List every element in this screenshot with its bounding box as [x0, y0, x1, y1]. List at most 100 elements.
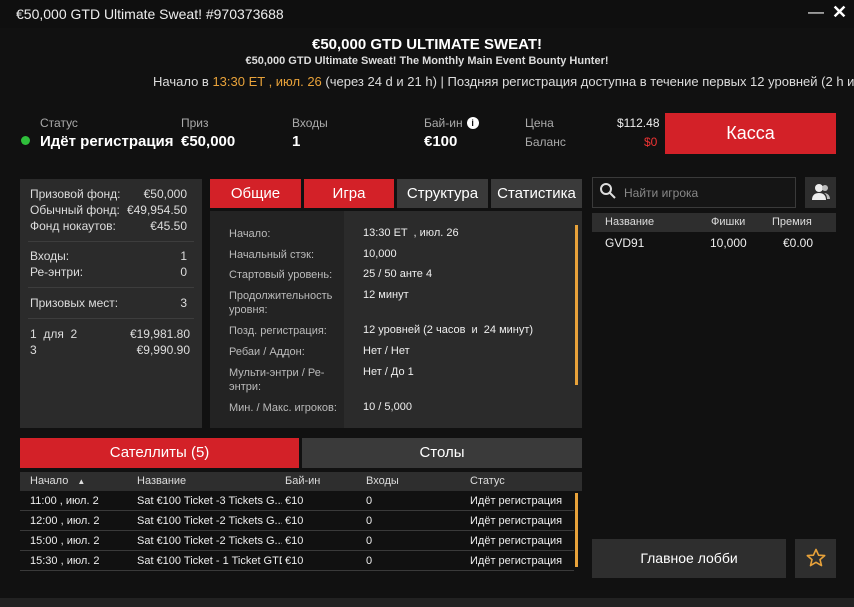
row-buyin: €10 [285, 535, 304, 547]
satellites-scrollbar[interactable] [575, 493, 578, 567]
col-name[interactable]: Название [137, 475, 186, 487]
star-icon [805, 548, 826, 567]
tab-tables[interactable]: Столы [302, 438, 582, 468]
tab-stats[interactable]: Статистика [491, 179, 582, 208]
title-bar: €50,000 GTD Ultimate Sweat! #970373688 —… [0, 0, 854, 28]
divider [28, 241, 194, 242]
player-row[interactable]: GVD91 10,000 €0.00 [592, 233, 836, 252]
favorite-button[interactable] [795, 539, 836, 578]
divider [28, 318, 194, 319]
row-name: Sat €100 Ticket - 1 Ticket GTD [137, 555, 282, 567]
tab-game[interactable]: Игра [304, 179, 394, 208]
game-info-value: Нет / До 1 [363, 366, 414, 378]
player-bounty: €0.00 [783, 236, 814, 250]
minimize-button[interactable]: — [808, 4, 824, 22]
price-label: Цена [525, 116, 554, 130]
row-start: 11:00 , июл. 2 [30, 495, 99, 507]
players-button[interactable] [805, 177, 836, 208]
game-info-label: Мин. / Макс. игроков: [229, 402, 337, 414]
game-info-label: Продолжительность уровня: [229, 290, 333, 316]
col-start-label: Начало [30, 475, 69, 487]
row-entries: 0 [366, 555, 373, 567]
game-info-label: Стартовый уровень: [229, 269, 333, 281]
regular-pool-label: Обычный фонд: [30, 203, 120, 217]
payout-place: 3 [30, 343, 37, 357]
status-dot-icon [21, 136, 30, 145]
paid-places-value: 3 [180, 296, 187, 310]
entries-value: 1 [292, 133, 301, 150]
game-info-value: 13:30 ET , июл. 26 [363, 227, 459, 239]
game-info-value: 12 уровней (2 часов и 24 минут) [363, 324, 534, 336]
sort-asc-icon: ▲ [77, 477, 86, 486]
col-chips[interactable]: Фишки [711, 216, 745, 228]
row-status: Идёт регистрация [470, 555, 563, 567]
reentries-value: 0 [180, 265, 187, 279]
status-label: Статус [40, 116, 78, 130]
buyin-label-text: Бай-ин [424, 116, 463, 130]
col-buyin[interactable]: Бай-ин [285, 475, 320, 487]
balance-value: $0 [644, 135, 658, 149]
row-name: Sat €100 Ticket -2 Tickets G... [137, 535, 282, 547]
entries-label: Входы [292, 116, 328, 130]
game-info-label: Начало: [229, 228, 271, 240]
col-entries[interactable]: Входы [366, 475, 399, 487]
late-registration-relative: (2 h и 24 [821, 74, 854, 89]
row-buyin: €10 [285, 495, 304, 507]
row-entries: 0 [366, 535, 373, 547]
players-table-header: Название Фишки Премия [592, 213, 836, 232]
row-status: Идёт регистрация [470, 515, 563, 527]
tournament-lobby-window: €50,000 GTD Ultimate Sweat! #970373688 —… [0, 0, 854, 607]
pool-label: Призовой фонд: [30, 187, 121, 201]
start-time: 13:30 ET , июл. 26 [212, 74, 322, 89]
table-row[interactable]: 15:00 , июл. 2 Sat €100 Ticket -2 Ticket… [20, 532, 574, 551]
tab-general[interactable]: Общие [210, 179, 301, 208]
cashier-button[interactable]: Касса [665, 113, 836, 154]
row-name: Sat €100 Ticket -2 Tickets G... [137, 515, 282, 527]
buyin-label: Бай-ин i [424, 116, 479, 130]
table-row[interactable]: 11:00 , июл. 2 Sat €100 Ticket -3 Ticket… [20, 492, 574, 511]
prize-label: Приз [181, 116, 209, 130]
reentries-label: Ре-энтри: [30, 265, 84, 279]
table-row[interactable]: 15:30 , июл. 2 Sat €100 Ticket - 1 Ticke… [20, 552, 574, 571]
game-info-value: 10 / 5,000 [363, 401, 412, 413]
satellites-table-header: Начало ▲ Название Бай-ин Входы Статус [20, 472, 582, 491]
info-icon[interactable]: i [466, 117, 479, 129]
col-status[interactable]: Статус [470, 475, 505, 487]
close-button[interactable]: ✕ [832, 2, 847, 23]
game-info-value: 12 минут [363, 289, 409, 301]
tournament-subtitle: €50,000 GTD Ultimate Sweat! The Monthly … [245, 55, 609, 67]
row-entries: 0 [366, 495, 373, 507]
search-icon [599, 182, 617, 205]
col-bounty[interactable]: Премия [772, 216, 812, 228]
payout-amount: €19,981.80 [129, 327, 190, 341]
row-buyin: €10 [285, 515, 304, 527]
row-entries: 0 [366, 515, 373, 527]
game-info-label-column [210, 211, 344, 428]
col-name[interactable]: Название [605, 216, 654, 228]
pool-value: €50,000 [143, 187, 187, 201]
payout-amount: €9,990.90 [136, 343, 190, 357]
game-info-value: 10,000 [363, 248, 397, 260]
row-buyin: €10 [285, 555, 304, 567]
taskbar-strip [0, 598, 854, 607]
paid-places-label: Призовых мест: [30, 296, 119, 310]
col-start[interactable]: Начало ▲ [30, 475, 85, 487]
entries-label: Входы: [30, 249, 70, 263]
balance-label: Баланс [525, 135, 566, 149]
table-row[interactable]: 12:00 , июл. 2 Sat €100 Ticket -2 Ticket… [20, 512, 574, 531]
player-name: GVD91 [605, 236, 645, 250]
prize-value: €50,000 [181, 133, 236, 150]
player-search[interactable]: Найти игрока [592, 177, 796, 208]
game-info-label: Мульти-энтри / Ре-энтри: [229, 367, 325, 393]
tab-satellites[interactable]: Сателлиты (5) [20, 438, 299, 468]
users-icon [812, 184, 830, 200]
main-lobby-button[interactable]: Главное лобби [592, 539, 786, 578]
search-input[interactable]: Найти игрока [624, 186, 698, 200]
price-value: $112.48 [617, 116, 660, 130]
window-title: €50,000 GTD Ultimate Sweat! #970373688 [16, 6, 284, 22]
tab-structure[interactable]: Структура [397, 179, 488, 208]
game-info-label: Ребаи / Аддон: [229, 346, 305, 358]
schedule-line: Начало в 13:30 ET , июл. 26 (через 24 d … [153, 74, 854, 89]
game-info-value: Нет / Нет [363, 345, 410, 357]
game-info-scrollbar[interactable] [575, 225, 578, 385]
